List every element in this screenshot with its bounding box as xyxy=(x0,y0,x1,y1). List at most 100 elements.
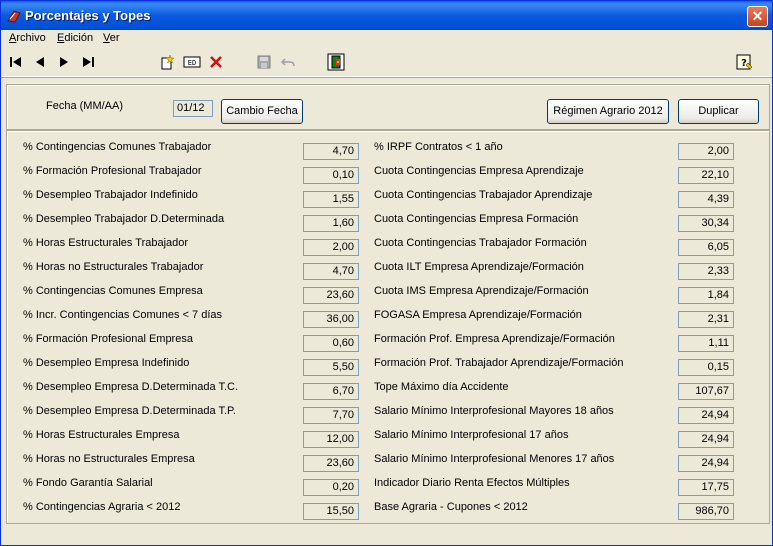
right_rows-row-label: Cuota Contingencias Empresa Aprendizaje xyxy=(374,165,584,177)
right_rows-row-value[interactable]: 4,39 xyxy=(678,191,734,208)
delete-record-button[interactable] xyxy=(205,51,227,73)
svg-text:ED: ED xyxy=(188,59,196,67)
fecha-label: Fecha (MM/AA) xyxy=(46,100,124,112)
left_rows-row-value[interactable]: 5,50 xyxy=(303,359,359,376)
right_rows-row-value[interactable]: 2,00 xyxy=(678,143,734,160)
right_rows-row-label: Indicador Diario Renta Efectos Múltiples xyxy=(374,477,570,489)
help-button[interactable]: ? xyxy=(733,51,755,73)
left_rows-row-label: % Horas no Estructurales Trabajador xyxy=(23,261,204,273)
left_rows-row-value[interactable]: 15,50 xyxy=(303,503,359,520)
right_rows-row-value[interactable]: 17,75 xyxy=(678,479,734,496)
app-icon xyxy=(7,10,21,23)
edit-record-icon: ED xyxy=(183,56,201,68)
left_rows-row-label: % Desempleo Empresa D.Determinada T.C. xyxy=(23,381,238,393)
left_rows-row-value[interactable]: 7,70 xyxy=(303,407,359,424)
left_rows-row-value[interactable]: 2,00 xyxy=(303,239,359,256)
new-record-button[interactable] xyxy=(156,51,178,73)
menu-ver[interactable]: Ver xyxy=(103,32,120,44)
right_rows-row-label: Cuota Contingencias Trabajador Aprendiza… xyxy=(374,189,593,201)
left_rows-row-value[interactable]: 4,70 xyxy=(303,263,359,280)
title-bar: Porcentajes y Topes ✕ xyxy=(1,1,772,30)
left_rows-row-label: % Contingencias Agraria < 2012 xyxy=(23,501,181,513)
right_rows-row-label: Salario Mínimo Interprofesional Menores … xyxy=(374,453,615,465)
last-record-button[interactable] xyxy=(77,51,99,73)
right_rows-row-label: Cuota Contingencias Trabajador Formación xyxy=(374,237,587,249)
left_rows-row-value[interactable]: 36,00 xyxy=(303,311,359,328)
left_rows-row-value[interactable]: 6,70 xyxy=(303,383,359,400)
close-button[interactable]: ✕ xyxy=(747,6,768,27)
regimen-agrario-button[interactable]: Régimen Agrario 2012 xyxy=(547,99,669,124)
left_rows-row-value[interactable]: 0,10 xyxy=(303,167,359,184)
left_rows-row-label: % Desempleo Empresa D.Determinada T.P. xyxy=(23,405,236,417)
next-record-icon xyxy=(60,57,68,67)
cambio-fecha-button[interactable]: Cambio Fecha xyxy=(221,99,303,124)
status-bar xyxy=(1,528,772,545)
undo-button[interactable] xyxy=(277,51,299,73)
duplicar-button[interactable]: Duplicar xyxy=(678,99,759,124)
left_rows-row-label: % Desempleo Trabajador D.Determinada xyxy=(23,213,225,225)
prev-record-icon xyxy=(36,57,44,67)
right_rows-row-label: Salario Mínimo Interprofesional 17 años xyxy=(374,429,569,441)
right_rows-row-value[interactable]: 1,84 xyxy=(678,287,734,304)
right_rows-row-value[interactable]: 24,94 xyxy=(678,407,734,424)
left_rows-row-label: % Fondo Garantía Salarial xyxy=(23,477,153,489)
menu-edicion[interactable]: Edición xyxy=(57,32,93,44)
left_rows-row-label: % Formación Profesional Empresa xyxy=(23,333,193,345)
left_rows-row-value[interactable]: 4,70 xyxy=(303,143,359,160)
right_rows-row-value[interactable]: 6,05 xyxy=(678,239,734,256)
left_rows-row-label: % Horas Estructurales Empresa xyxy=(23,429,180,441)
right_rows-row-value[interactable]: 2,33 xyxy=(678,263,734,280)
save-icon xyxy=(257,55,271,69)
left_rows-row-value[interactable]: 23,60 xyxy=(303,287,359,304)
left_rows-row-label: % Desempleo Empresa Indefinido xyxy=(23,357,190,369)
close-icon: ✕ xyxy=(751,8,764,24)
right_rows-row-label: Cuota IMS Empresa Aprendizaje/Formación xyxy=(374,285,589,297)
last-record-icon xyxy=(83,57,94,67)
window-title: Porcentajes y Topes xyxy=(25,8,151,23)
exit-icon xyxy=(327,53,345,71)
right_rows-row-value[interactable]: 22,10 xyxy=(678,167,734,184)
first-record-button[interactable] xyxy=(5,51,27,73)
menu-archivo[interactable]: Archivo xyxy=(9,32,46,44)
delete-record-icon xyxy=(210,56,222,68)
right_rows-row-value[interactable]: 1,11 xyxy=(678,335,734,352)
fecha-field[interactable]: 01/12 xyxy=(173,100,213,117)
new-record-icon xyxy=(161,54,175,70)
right_rows-row-label: FOGASA Empresa Aprendizaje/Formación xyxy=(374,309,582,321)
right_rows-row-value[interactable]: 24,94 xyxy=(678,455,734,472)
save-button[interactable] xyxy=(253,51,275,73)
right_rows-row-label: Tope Máximo día Accidente xyxy=(374,381,509,393)
left_rows-row-value[interactable]: 1,60 xyxy=(303,215,359,232)
right_rows-row-label: Salario Mínimo Interprofesional Mayores … xyxy=(374,405,614,417)
help-icon: ? xyxy=(736,54,753,70)
toolbar: ED ? xyxy=(1,48,772,77)
left_rows-row-value[interactable]: 12,00 xyxy=(303,431,359,448)
left_rows-row-label: % Contingencias Comunes Empresa xyxy=(23,285,203,297)
app-window: Porcentajes y Topes ✕ Archivo Edición Ve… xyxy=(0,0,773,546)
exit-button[interactable] xyxy=(325,51,347,73)
right_rows-row-value[interactable]: 24,94 xyxy=(678,431,734,448)
svg-text:?: ? xyxy=(741,58,747,69)
left_rows-row-value[interactable]: 1,55 xyxy=(303,191,359,208)
right_rows-row-value[interactable]: 2,31 xyxy=(678,311,734,328)
right_rows-row-value[interactable]: 107,67 xyxy=(678,383,734,400)
edit-record-button[interactable]: ED xyxy=(181,51,203,73)
right_rows-row-label: Cuota Contingencias Empresa Formación xyxy=(374,213,579,225)
next-record-button[interactable] xyxy=(53,51,75,73)
left_rows-row-label: % Contingencias Comunes Trabajador xyxy=(23,141,212,153)
left_rows-row-label: % Horas no Estructurales Empresa xyxy=(23,453,195,465)
right_rows-row-value[interactable]: 30,34 xyxy=(678,215,734,232)
right_rows-row-label: Base Agraria - Cupones < 2012 xyxy=(374,501,528,513)
right_rows-row-value[interactable]: 0,15 xyxy=(678,359,734,376)
left_rows-row-value[interactable]: 0,20 xyxy=(303,479,359,496)
right_rows-row-value[interactable]: 986,70 xyxy=(678,503,734,520)
left_rows-row-label: % Incr. Contingencias Comunes < 7 días xyxy=(23,309,223,321)
left_rows-row-value[interactable]: 23,60 xyxy=(303,455,359,472)
menu-bar: Archivo Edición Ver xyxy=(1,30,772,48)
left_rows-row-value[interactable]: 0,60 xyxy=(303,335,359,352)
left_rows-row-label: % Horas Estructurales Trabajador xyxy=(23,237,189,249)
undo-icon xyxy=(280,58,295,67)
first-record-icon xyxy=(10,57,21,67)
prev-record-button[interactable] xyxy=(29,51,51,73)
right_rows-row-label: Formación Prof. Empresa Aprendizaje/Form… xyxy=(374,333,615,345)
